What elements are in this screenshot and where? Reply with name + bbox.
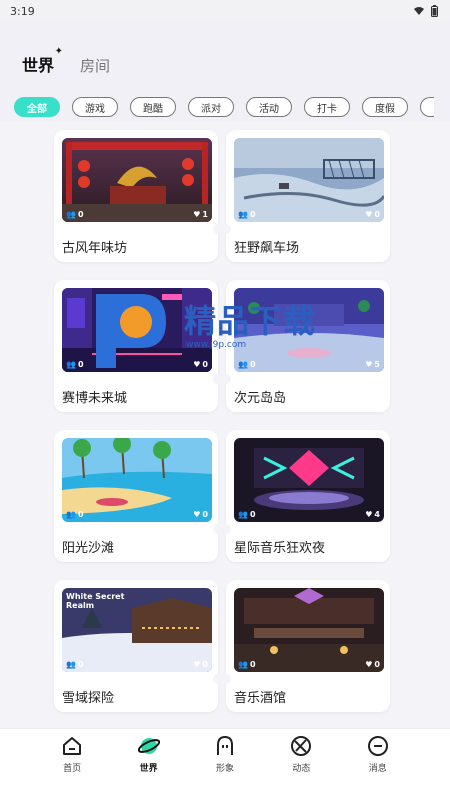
chip-game[interactable]: 游戏 bbox=[72, 97, 118, 117]
nav-feed[interactable]: 动态 bbox=[276, 735, 326, 800]
card-title: 音乐酒馆 bbox=[234, 691, 287, 706]
like-count: ♥ 0 bbox=[193, 360, 208, 369]
card-title: 次元岛岛 bbox=[234, 391, 287, 406]
card-thumbnail: 👥 0 ♥ 0 bbox=[234, 138, 384, 222]
user-count: 👥 0 bbox=[238, 510, 256, 519]
card-title: 赛博未来城 bbox=[62, 391, 128, 406]
tab-room[interactable]: 房间 bbox=[80, 55, 110, 80]
like-count: ♥ 0 bbox=[365, 660, 380, 669]
status-time: 3:19 bbox=[10, 4, 35, 18]
card-title: 星际音乐狂欢夜 bbox=[234, 541, 326, 556]
nav-messages[interactable]: 消息 bbox=[353, 735, 403, 800]
card-title: 狂野飙车场 bbox=[234, 241, 300, 256]
home-icon bbox=[63, 737, 82, 755]
nav-world[interactable]: 世界 bbox=[124, 735, 174, 800]
user-count: 👥 0 bbox=[66, 360, 84, 369]
user-count: 👥 0 bbox=[66, 660, 84, 669]
bottom-nav: 首页 世界 形象 动态 消息 bbox=[0, 728, 450, 800]
category-chips: 全部 游戏 跑酷 派对 活动 打卡 度假 bbox=[14, 97, 434, 117]
top-tabs: 世界 ✦ 房间 bbox=[19, 46, 110, 80]
like-count: ♥ 4 bbox=[365, 510, 380, 519]
world-card[interactable]: 👥 0 ♥ 5 次元岛岛 bbox=[221, 280, 390, 412]
chip-all[interactable]: 全部 bbox=[14, 97, 60, 117]
planet-icon bbox=[137, 738, 160, 754]
user-count: 👥 0 bbox=[66, 210, 84, 219]
chip-party[interactable]: 派对 bbox=[188, 97, 234, 117]
nav-avatar[interactable]: 形象 bbox=[200, 735, 250, 800]
card-thumbnail: 👥 0 ♥ 0 bbox=[62, 288, 212, 372]
card-title: 古风年味坊 bbox=[62, 241, 128, 256]
tab-world[interactable]: 世界 ✦ bbox=[19, 46, 63, 80]
card-notch bbox=[221, 674, 231, 684]
card-thumbnail: 👥 0 ♥ 0 bbox=[234, 588, 384, 672]
tab-room-label: 房间 bbox=[80, 57, 111, 75]
chip-checkin[interactable]: 打卡 bbox=[304, 97, 350, 117]
world-card[interactable]: 👥 0 ♥ 0 赛博未来城 bbox=[54, 280, 223, 412]
user-count: 👥 0 bbox=[66, 510, 84, 519]
world-card[interactable]: 👥 0 ♥ 4 星际音乐狂欢夜 bbox=[221, 430, 390, 562]
like-count: ♥ 0 bbox=[193, 660, 208, 669]
nav-messages-label: 消息 bbox=[368, 764, 387, 774]
status-bar: 3:19 bbox=[0, 0, 450, 22]
world-card[interactable]: 👥 0 ♥ 0 阳光沙滩 bbox=[54, 430, 223, 562]
world-card[interactable]: 👥 0 ♥ 0 音乐酒馆 bbox=[221, 580, 390, 712]
sparkle-icon: ✦ bbox=[54, 46, 64, 57]
chip-more-partial[interactable] bbox=[420, 97, 434, 117]
card-thumbnail: 👥 0 ♥ 1 bbox=[62, 138, 212, 222]
thumbnail-caption: White Secret Realm bbox=[66, 592, 125, 610]
nav-feed-label: 动态 bbox=[292, 764, 311, 774]
like-count: ♥ 1 bbox=[193, 210, 208, 219]
card-thumbnail: 👥 0 ♥ 4 bbox=[234, 438, 384, 522]
world-card[interactable]: 👥 0 ♥ 0 狂野飙车场 bbox=[221, 130, 390, 262]
nav-world-label: 世界 bbox=[139, 764, 158, 774]
nav-home-label: 首页 bbox=[63, 764, 82, 774]
chip-parkour[interactable]: 跑酷 bbox=[130, 97, 176, 117]
user-count: 👥 0 bbox=[238, 360, 256, 369]
card-notch bbox=[221, 224, 231, 234]
like-count: ♥ 0 bbox=[193, 510, 208, 519]
world-card[interactable]: 👥 0 ♥ 1 古风年味坊 bbox=[54, 130, 223, 262]
user-count: 👥 0 bbox=[238, 660, 256, 669]
card-notch bbox=[221, 524, 231, 534]
world-card[interactable]: White Secret Realm 👥 0 ♥ 0 雪域探险 bbox=[54, 580, 223, 712]
tab-world-label: 世界 bbox=[22, 56, 55, 75]
card-thumbnail: White Secret Realm 👥 0 ♥ 0 bbox=[62, 588, 212, 672]
battery-icon bbox=[431, 5, 438, 17]
chip-vacation[interactable]: 度假 bbox=[362, 97, 408, 117]
card-title: 阳光沙滩 bbox=[62, 541, 115, 556]
aperture-icon bbox=[291, 736, 312, 756]
card-title: 雪域探险 bbox=[62, 691, 115, 706]
nav-avatar-label: 形象 bbox=[215, 764, 234, 774]
card-thumbnail: 👥 0 ♥ 0 bbox=[62, 438, 212, 522]
card-thumbnail: 👥 0 ♥ 5 bbox=[234, 288, 384, 372]
wifi-icon bbox=[414, 7, 424, 15]
chip-event[interactable]: 活动 bbox=[246, 97, 292, 117]
nav-home[interactable]: 首页 bbox=[47, 735, 97, 800]
card-notch bbox=[221, 374, 231, 384]
like-count: ♥ 0 bbox=[365, 210, 380, 219]
user-count: 👥 0 bbox=[238, 210, 256, 219]
ghost-icon bbox=[216, 735, 233, 755]
message-icon bbox=[367, 736, 388, 756]
like-count: ♥ 5 bbox=[365, 360, 380, 369]
